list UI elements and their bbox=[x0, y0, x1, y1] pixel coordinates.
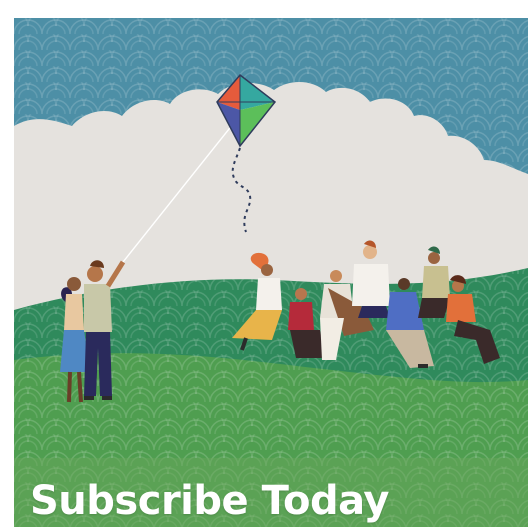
subscribe-promo-card[interactable]: Subscribe Today bbox=[14, 18, 528, 527]
illustration-kite-picnic bbox=[14, 18, 528, 527]
subscribe-today-headline[interactable]: Subscribe Today bbox=[30, 481, 389, 521]
